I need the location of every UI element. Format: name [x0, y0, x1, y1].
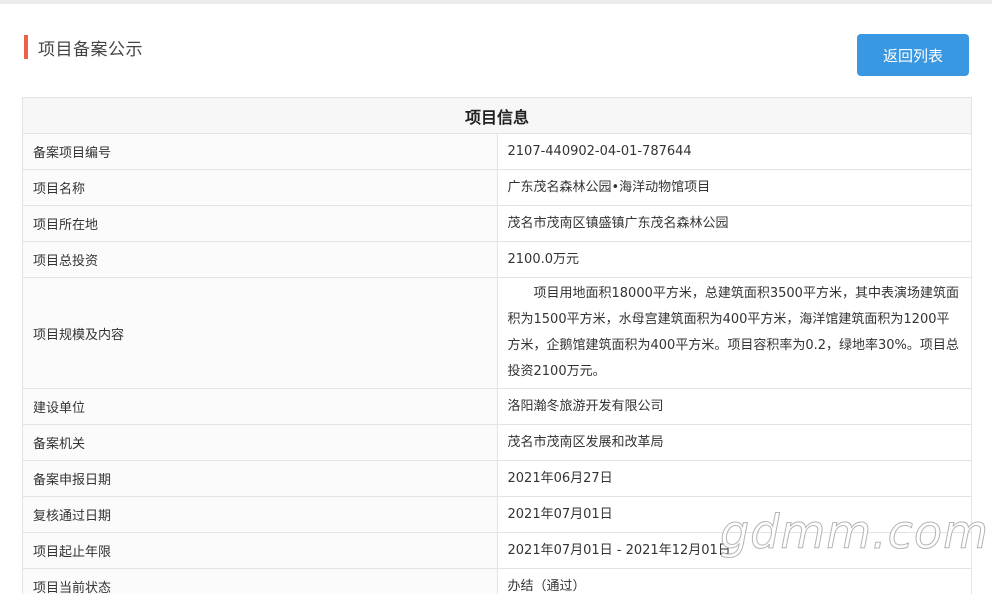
- header-accent-bar: [24, 35, 28, 59]
- row-value: 项目用地面积18000平方米，总建筑面积3500平方米，其中表演场建筑面积为15…: [496, 277, 972, 389]
- row-value: 办结（通过）: [496, 568, 972, 594]
- table-row: 备案项目编号 2107-440902-04-01-787644: [22, 133, 972, 170]
- project-info-table: 项目信息 备案项目编号 2107-440902-04-01-787644 项目名…: [22, 97, 972, 594]
- row-value: 茂名市茂南区发展和改革局: [496, 424, 972, 461]
- row-label: 备案申报日期: [22, 460, 498, 497]
- table-row: 复核通过日期 2021年07月01日: [22, 496, 972, 533]
- row-label: 项目规模及内容: [22, 277, 498, 389]
- row-value: 2021年07月01日 - 2021年12月01日: [496, 532, 972, 569]
- table-row: 备案申报日期 2021年06月27日: [22, 460, 972, 497]
- row-value: 2107-440902-04-01-787644: [496, 133, 972, 170]
- table-row: 建设单位 洛阳瀚冬旅游开发有限公司: [22, 388, 972, 425]
- table-title: 项目信息: [22, 97, 972, 134]
- row-label: 项目当前状态: [22, 568, 498, 594]
- top-strip: [0, 0, 992, 4]
- row-label: 项目总投资: [22, 241, 498, 278]
- row-label: 项目起止年限: [22, 532, 498, 569]
- row-label: 项目所在地: [22, 205, 498, 242]
- table-row: 项目名称 广东茂名森林公园•海洋动物馆项目: [22, 169, 972, 206]
- table-row: 项目总投资 2100.0万元: [22, 241, 972, 278]
- row-value: 2021年07月01日: [496, 496, 972, 533]
- row-label: 复核通过日期: [22, 496, 498, 533]
- row-label: 建设单位: [22, 388, 498, 425]
- table-row: 项目起止年限 2021年07月01日 - 2021年12月01日: [22, 532, 972, 569]
- row-value: 洛阳瀚冬旅游开发有限公司: [496, 388, 972, 425]
- table-row: 备案机关 茂名市茂南区发展和改革局: [22, 424, 972, 461]
- row-label: 项目名称: [22, 169, 498, 206]
- table-row: 项目规模及内容 项目用地面积18000平方米，总建筑面积3500平方米，其中表演…: [22, 277, 972, 389]
- table-row: 项目当前状态 办结（通过）: [22, 568, 972, 594]
- page-header: 项目备案公示: [24, 34, 143, 60]
- row-value: 茂名市茂南区镇盛镇广东茂名森林公园: [496, 205, 972, 242]
- row-value: 2021年06月27日: [496, 460, 972, 497]
- page-title: 项目备案公示: [38, 39, 143, 60]
- row-value: 广东茂名森林公园•海洋动物馆项目: [496, 169, 972, 206]
- row-label: 备案机关: [22, 424, 498, 461]
- row-label: 备案项目编号: [22, 133, 498, 170]
- back-to-list-button[interactable]: 返回列表: [857, 34, 969, 76]
- table-row: 项目所在地 茂名市茂南区镇盛镇广东茂名森林公园: [22, 205, 972, 242]
- table-header-row: 项目信息: [22, 97, 972, 134]
- row-value: 2100.0万元: [496, 241, 972, 278]
